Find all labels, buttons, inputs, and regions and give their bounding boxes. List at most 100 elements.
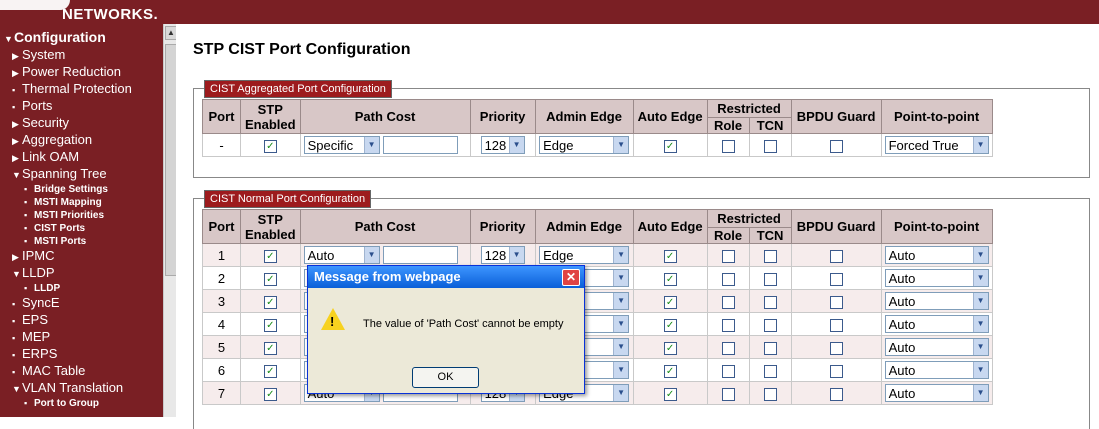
sidebar-item-configuration[interactable]: ▼Configuration xyxy=(4,30,163,47)
path-cost-select[interactable]: Auto ▼ xyxy=(303,246,380,264)
bpdu-guard-checkbox[interactable] xyxy=(829,249,843,263)
priority-select[interactable]: 128▼ xyxy=(480,136,525,154)
chevron-down-icon[interactable]: ▼ xyxy=(972,137,988,153)
stp-enabled-checkbox[interactable]: ✓ xyxy=(263,341,277,355)
auto-edge-checkbox[interactable]: ✓ xyxy=(663,295,677,309)
restricted-role-checkbox[interactable] xyxy=(721,387,735,401)
sidebar-item-ipmc[interactable]: ▶ IPMC xyxy=(4,248,163,265)
chevron-down-icon[interactable]: ▼ xyxy=(508,137,524,153)
chevron-down-icon[interactable]: ▼ xyxy=(972,385,988,401)
sidebar-item-lldp[interactable]: ▼LLDP xyxy=(4,265,163,282)
stp-enabled-checkbox[interactable]: ✓ xyxy=(263,139,277,153)
sidebar-item-msti-mapping[interactable]: ▪ MSTI Mapping xyxy=(4,196,163,209)
path-cost-input[interactable] xyxy=(383,246,459,264)
stp-enabled-checkbox[interactable]: ✓ xyxy=(263,387,277,401)
restricted-role-checkbox[interactable] xyxy=(721,341,735,355)
sidebar-item-power-reduction[interactable]: ▶ Power Reduction xyxy=(4,64,163,81)
chevron-down-icon[interactable]: ▼ xyxy=(972,339,988,355)
priority-select[interactable]: 128▼ xyxy=(480,246,525,264)
auto-edge-checkbox[interactable]: ✓ xyxy=(663,318,677,332)
auto-edge-checkbox[interactable]: ✓ xyxy=(663,364,677,378)
sidebar-item-erps[interactable]: ▪ ERPS xyxy=(4,346,163,363)
chevron-down-icon[interactable]: ▼ xyxy=(508,247,524,263)
restricted-tcn-checkbox[interactable] xyxy=(763,272,777,286)
auto-edge-checkbox[interactable]: ✓ xyxy=(663,249,677,263)
point-to-point-select[interactable]: Auto ▼ xyxy=(884,269,989,287)
auto-edge-checkbox[interactable]: ✓ xyxy=(663,387,677,401)
chevron-down-icon[interactable]: ▼ xyxy=(613,385,629,401)
restricted-tcn-checkbox[interactable] xyxy=(763,387,777,401)
admin-edge-select[interactable]: Edge ▼ xyxy=(539,136,630,154)
bpdu-guard-checkbox[interactable] xyxy=(829,341,843,355)
sidebar-item-vlan-translation[interactable]: ▼VLAN Translation xyxy=(4,380,163,397)
chevron-down-icon[interactable]: ▼ xyxy=(613,293,629,309)
restricted-role-checkbox[interactable] xyxy=(721,249,735,263)
chevron-down-icon[interactable]: ▼ xyxy=(613,339,629,355)
sidebar-item-mac-table[interactable]: ▪ MAC Table xyxy=(4,363,163,380)
point-to-point-select[interactable]: Auto ▼ xyxy=(884,292,989,310)
sidebar-item-aggregation[interactable]: ▶ Aggregation xyxy=(4,132,163,149)
sidebar-item-link-oam[interactable]: ▶ Link OAM xyxy=(4,149,163,166)
auto-edge-checkbox[interactable]: ✓ xyxy=(663,139,677,153)
restricted-role-checkbox[interactable] xyxy=(721,139,735,153)
chevron-down-icon[interactable]: ▼ xyxy=(613,362,629,378)
admin-edge-select[interactable]: Edge ▼ xyxy=(539,246,630,264)
chevron-down-icon[interactable]: ▼ xyxy=(363,247,379,263)
sidebar-scrollbar[interactable]: ▲ xyxy=(163,24,177,417)
restricted-tcn-checkbox[interactable] xyxy=(763,139,777,153)
restricted-role-checkbox[interactable] xyxy=(721,318,735,332)
bpdu-guard-checkbox[interactable] xyxy=(829,139,843,153)
bpdu-guard-checkbox[interactable] xyxy=(829,318,843,332)
stp-enabled-checkbox[interactable]: ✓ xyxy=(263,272,277,286)
stp-enabled-checkbox[interactable]: ✓ xyxy=(263,318,277,332)
chevron-down-icon[interactable]: ▼ xyxy=(972,270,988,286)
sidebar-item-ports[interactable]: ▪ Ports xyxy=(4,98,163,115)
chevron-down-icon[interactable]: ▼ xyxy=(363,137,379,153)
point-to-point-select[interactable]: Auto ▼ xyxy=(884,361,989,379)
sidebar-item-msti-priorities[interactable]: ▪ MSTI Priorities xyxy=(4,209,163,222)
auto-edge-checkbox[interactable]: ✓ xyxy=(663,272,677,286)
sidebar-item-lldp[interactable]: ▪ LLDP xyxy=(4,282,163,295)
point-to-point-select[interactable]: Auto ▼ xyxy=(884,315,989,333)
bpdu-guard-checkbox[interactable] xyxy=(829,387,843,401)
chevron-down-icon[interactable]: ▼ xyxy=(613,247,629,263)
restricted-tcn-checkbox[interactable] xyxy=(763,318,777,332)
sidebar-item-cist-ports[interactable]: ▪ CIST Ports xyxy=(4,222,163,235)
close-icon[interactable]: ✕ xyxy=(562,269,580,286)
bpdu-guard-checkbox[interactable] xyxy=(829,364,843,378)
chevron-down-icon[interactable]: ▼ xyxy=(613,316,629,332)
sidebar-item-security[interactable]: ▶ Security xyxy=(4,115,163,132)
point-to-point-select[interactable]: Auto ▼ xyxy=(884,384,989,402)
restricted-tcn-checkbox[interactable] xyxy=(763,295,777,309)
chevron-down-icon[interactable]: ▼ xyxy=(972,293,988,309)
sidebar-item-msti-ports[interactable]: ▪ MSTI Ports xyxy=(4,235,163,248)
bpdu-guard-checkbox[interactable] xyxy=(829,295,843,309)
sidebar-item-synce[interactable]: ▪ SyncE xyxy=(4,295,163,312)
stp-enabled-checkbox[interactable]: ✓ xyxy=(263,295,277,309)
sidebar-item-system[interactable]: ▶ System xyxy=(4,47,163,64)
point-to-point-select[interactable]: Forced True ▼ xyxy=(884,136,989,154)
restricted-role-checkbox[interactable] xyxy=(721,364,735,378)
sidebar-item-eps[interactable]: ▪ EPS xyxy=(4,312,163,329)
auto-edge-checkbox[interactable]: ✓ xyxy=(663,341,677,355)
restricted-tcn-checkbox[interactable] xyxy=(763,249,777,263)
chevron-down-icon[interactable]: ▼ xyxy=(613,270,629,286)
chevron-down-icon[interactable]: ▼ xyxy=(613,137,629,153)
restricted-tcn-checkbox[interactable] xyxy=(763,341,777,355)
point-to-point-select[interactable]: Auto ▼ xyxy=(884,338,989,356)
sidebar-item-bridge-settings[interactable]: ▪ Bridge Settings xyxy=(4,183,163,196)
restricted-tcn-checkbox[interactable] xyxy=(763,364,777,378)
restricted-role-checkbox[interactable] xyxy=(721,272,735,286)
bpdu-guard-checkbox[interactable] xyxy=(829,272,843,286)
chevron-down-icon[interactable]: ▼ xyxy=(972,247,988,263)
chevron-down-icon[interactable]: ▼ xyxy=(972,362,988,378)
chevron-down-icon[interactable]: ▼ xyxy=(972,316,988,332)
path-cost-select[interactable]: Specific ▼ xyxy=(303,136,380,154)
ok-button[interactable]: OK xyxy=(412,367,479,388)
sidebar-item-spanning-tree[interactable]: ▼Spanning Tree xyxy=(4,166,163,183)
restricted-role-checkbox[interactable] xyxy=(721,295,735,309)
sidebar-item-mep[interactable]: ▪ MEP xyxy=(4,329,163,346)
path-cost-input[interactable] xyxy=(383,136,459,154)
sidebar-item-port-to-group[interactable]: ▪ Port to Group xyxy=(4,397,163,410)
sidebar-item-thermal-protection[interactable]: ▪ Thermal Protection xyxy=(4,81,163,98)
